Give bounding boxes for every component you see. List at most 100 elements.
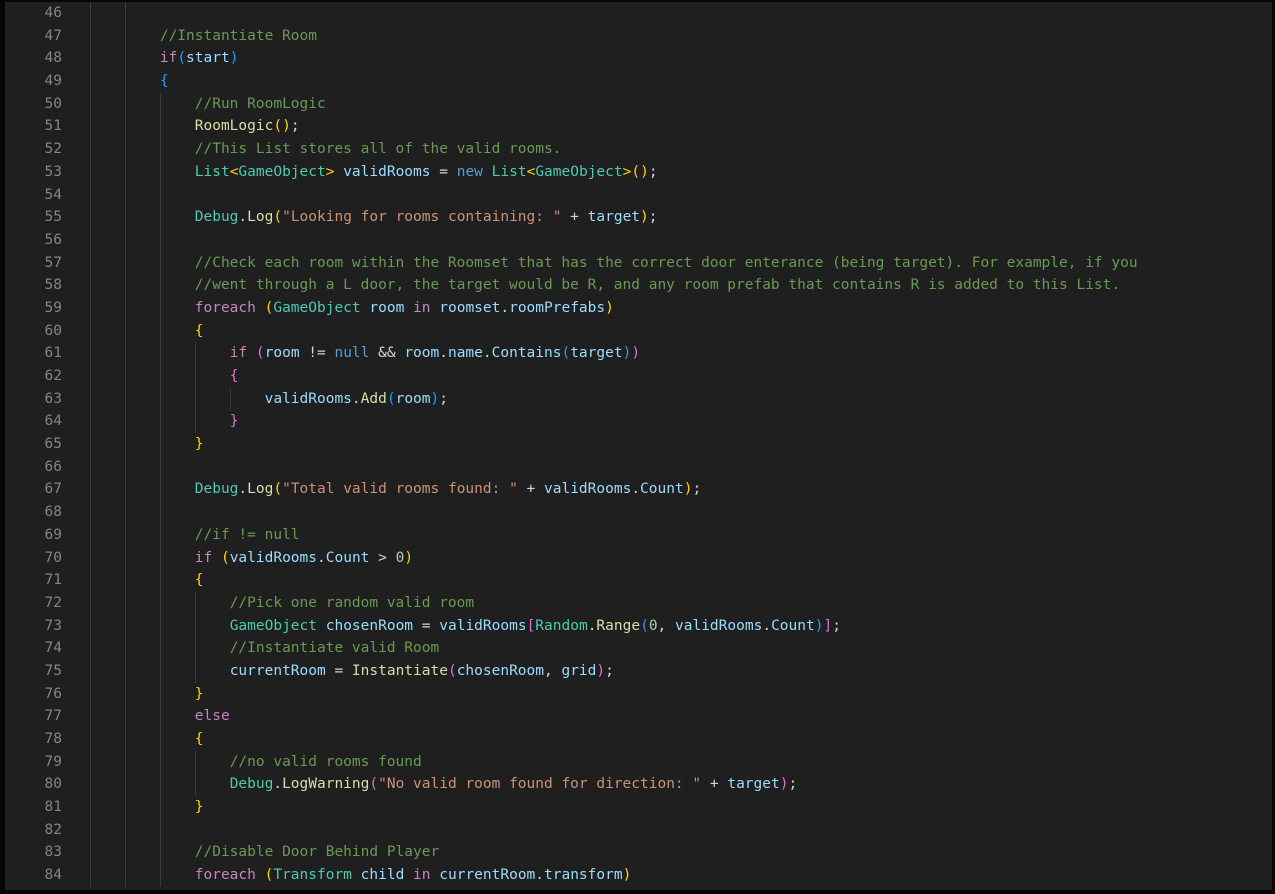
code-line[interactable]: 58 //went through a L door, the target w… [5, 274, 1272, 297]
line-number[interactable]: 55 [5, 206, 62, 229]
line-number[interactable]: 53 [5, 161, 62, 184]
line-number[interactable]: 68 [5, 501, 62, 524]
line-number[interactable]: 49 [5, 70, 62, 93]
line-number[interactable]: 58 [5, 274, 62, 297]
line-number[interactable]: 69 [5, 524, 62, 547]
code-line[interactable]: 75 currentRoom = Instantiate(chosenRoom,… [5, 660, 1272, 683]
code-line[interactable]: 56 [5, 229, 1272, 252]
code-line[interactable]: 84 foreach (Transform child in currentRo… [5, 864, 1272, 887]
line-number[interactable]: 79 [5, 751, 62, 774]
code-line[interactable]: 73 GameObject chosenRoom = validRooms[Ra… [5, 615, 1272, 638]
indent-guide [90, 388, 91, 411]
code-line[interactable]: 81 } [5, 796, 1272, 819]
line-number[interactable]: 64 [5, 410, 62, 433]
indent-guide [90, 547, 91, 570]
code-line[interactable]: 82 [5, 819, 1272, 842]
indent-guide [160, 320, 161, 343]
code-line[interactable]: 79 //no valid rooms found [5, 751, 1272, 774]
code-line[interactable]: 47 //Instantiate Room [5, 25, 1272, 48]
line-number[interactable]: 61 [5, 342, 62, 365]
code-line[interactable]: 78 { [5, 728, 1272, 751]
code-token: != [300, 345, 335, 361]
line-number[interactable]: 57 [5, 252, 62, 275]
code-line-content: foreach (GameObject room in roomset.room… [62, 297, 1272, 320]
indent-guide [125, 297, 126, 320]
code-line[interactable]: 55 Debug.Log("Looking for rooms containi… [5, 206, 1272, 229]
code-line[interactable]: 57 //Check each room within the Roomset … [5, 252, 1272, 275]
code-line[interactable]: 54 [5, 184, 1272, 207]
code-line[interactable]: 60 { [5, 320, 1272, 343]
line-number[interactable]: 67 [5, 478, 62, 501]
code-line[interactable]: 69 //if != null [5, 524, 1272, 547]
code-line[interactable]: 59 foreach (GameObject room in roomset.r… [5, 297, 1272, 320]
line-number[interactable]: 73 [5, 615, 62, 638]
line-number[interactable]: 82 [5, 819, 62, 842]
line-number[interactable]: 59 [5, 297, 62, 320]
code-line-content: //if != null [62, 524, 1272, 547]
line-number[interactable]: 81 [5, 796, 62, 819]
line-number[interactable]: 50 [5, 93, 62, 116]
indent-guide [90, 728, 91, 751]
indent-guide [90, 25, 91, 48]
line-number[interactable]: 54 [5, 184, 62, 207]
indent-guide [160, 864, 161, 887]
line-number[interactable]: 72 [5, 592, 62, 615]
line-number[interactable]: 75 [5, 660, 62, 683]
code-token: ; [832, 618, 841, 634]
code-line[interactable]: 46 [5, 2, 1272, 25]
code-line[interactable]: 72 //Pick one random valid room [5, 592, 1272, 615]
code-line[interactable]: 74 //Instantiate valid Room [5, 637, 1272, 660]
code-token: room [404, 345, 439, 361]
code-line[interactable]: 49 { [5, 70, 1272, 93]
code-token: { [230, 368, 239, 384]
indent-guide [90, 342, 91, 365]
line-number[interactable]: 52 [5, 138, 62, 161]
code-line-content: //Pick one random valid room [62, 592, 1272, 615]
line-number[interactable]: 62 [5, 365, 62, 388]
code-line[interactable]: 48 if(start) [5, 47, 1272, 70]
code-token: validRooms [675, 618, 762, 634]
code-line-content [62, 2, 1272, 25]
code-line[interactable]: 62 { [5, 365, 1272, 388]
code-line[interactable]: 67 Debug.Log("Total valid rooms found: "… [5, 478, 1272, 501]
line-number[interactable]: 66 [5, 456, 62, 479]
code-line[interactable]: 80 Debug.LogWarning("No valid room found… [5, 773, 1272, 796]
code-line[interactable]: 68 [5, 501, 1272, 524]
line-number[interactable]: 74 [5, 637, 62, 660]
line-number[interactable]: 78 [5, 728, 62, 751]
code-line[interactable]: 71 { [5, 569, 1272, 592]
code-line[interactable]: 66 [5, 456, 1272, 479]
code-indent [90, 686, 195, 702]
code-line[interactable]: 64 } [5, 410, 1272, 433]
line-number[interactable]: 46 [5, 2, 62, 25]
line-number[interactable]: 77 [5, 705, 62, 728]
code-line[interactable]: 63 validRooms.Add(room); [5, 388, 1272, 411]
code-line[interactable]: 51 RoomLogic(); [5, 115, 1272, 138]
code-line[interactable]: 53 List<GameObject> validRooms = new Lis… [5, 161, 1272, 184]
line-number[interactable]: 70 [5, 547, 62, 570]
code-line[interactable]: 70 if (validRooms.Count > 0) [5, 547, 1272, 570]
line-number[interactable]: 47 [5, 25, 62, 48]
line-number[interactable]: 56 [5, 229, 62, 252]
indent-guide [160, 660, 161, 683]
line-number[interactable]: 83 [5, 841, 62, 864]
line-number[interactable]: 71 [5, 569, 62, 592]
code-line[interactable]: 65 } [5, 433, 1272, 456]
code-editor[interactable]: 4647 //Instantiate Room48 if(start)49 {5… [5, 2, 1272, 890]
code-token: room [369, 300, 404, 316]
code-line[interactable]: 77 else [5, 705, 1272, 728]
code-line[interactable]: 50 //Run RoomLogic [5, 93, 1272, 116]
code-line[interactable]: 61 if (room != null && room.name.Contain… [5, 342, 1272, 365]
line-number[interactable]: 60 [5, 320, 62, 343]
line-number[interactable]: 63 [5, 388, 62, 411]
line-number[interactable]: 48 [5, 47, 62, 70]
line-number[interactable]: 80 [5, 773, 62, 796]
line-number[interactable]: 84 [5, 864, 62, 887]
line-number[interactable]: 76 [5, 683, 62, 706]
line-number[interactable]: 65 [5, 433, 62, 456]
code-line[interactable]: 52 //This List stores all of the valid r… [5, 138, 1272, 161]
line-number[interactable]: 51 [5, 115, 62, 138]
code-token: ( [177, 50, 186, 66]
code-line[interactable]: 83 //Disable Door Behind Player [5, 841, 1272, 864]
code-line[interactable]: 76 } [5, 683, 1272, 706]
